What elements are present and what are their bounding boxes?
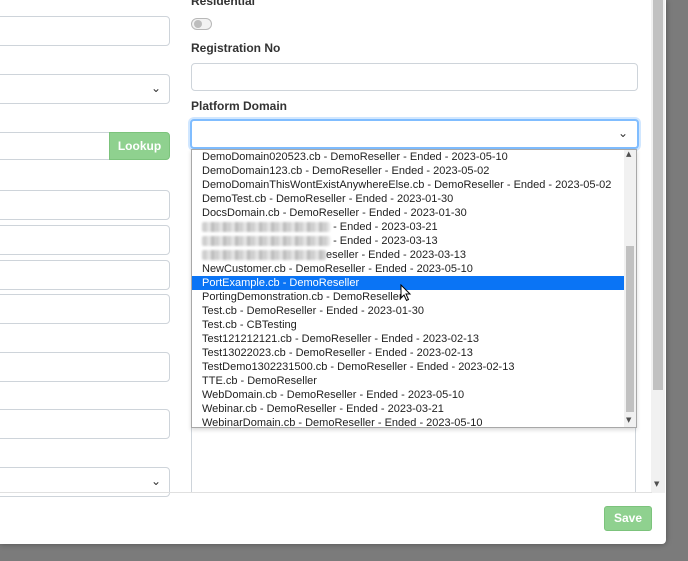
chevron-down-icon: ⌄	[617, 126, 628, 140]
chevron-down-icon: ⌄	[150, 474, 161, 488]
dropdown-option[interactable]: Webinar.cb - DemoReseller - Ended - 2023…	[192, 402, 624, 416]
platform-domain-dropdown-list[interactable]: DemoDomain020523.cb - DemoReseller - End…	[191, 149, 637, 428]
lookup-input[interactable]	[0, 132, 110, 160]
dropdown-option[interactable]: DemoDomainThisWontExistAnywhereElse.cb -…	[192, 178, 624, 192]
redacted-text	[202, 250, 326, 261]
registration-no-input[interactable]	[191, 63, 638, 91]
redacted-text	[202, 236, 330, 247]
residential-toggle[interactable]	[191, 18, 212, 30]
redacted-text	[202, 222, 330, 233]
dropdown-option[interactable]: NewCustomer.cb - DemoReseller - Ended - …	[192, 262, 624, 276]
left-text-field-6[interactable]	[0, 352, 170, 382]
scroll-down-arrow-icon[interactable]: ▼	[626, 416, 631, 424]
dropdown-option[interactable]: Test.cb - CBTesting	[192, 318, 624, 332]
modal-scrollbar-thumb[interactable]	[653, 0, 663, 390]
dropdown-option[interactable]: Test13022023.cb - DemoReseller - Ended -…	[192, 346, 624, 360]
left-text-field-7[interactable]	[0, 409, 170, 439]
field-below-dropdown[interactable]	[191, 426, 636, 493]
registration-no-label: Registration No	[191, 41, 281, 55]
left-text-field-3[interactable]	[0, 225, 170, 255]
dropdown-option[interactable]: DocsDomain.cb - DemoReseller - Ended - 2…	[192, 206, 624, 220]
left-select-1[interactable]: ⌄	[0, 74, 170, 104]
dropdown-option[interactable]: DemoDomain020523.cb - DemoReseller - End…	[192, 150, 624, 164]
footer-divider	[0, 492, 652, 493]
scroll-down-arrow-icon[interactable]: ▼	[654, 480, 659, 488]
dropdown-option[interactable]: Test.cb - DemoReseller - Ended - 2023-01…	[192, 304, 624, 318]
dropdown-option[interactable]: TTE.cb - DemoReseller	[192, 374, 624, 388]
left-text-field-5[interactable]	[0, 294, 170, 324]
dropdown-option[interactable]: DemoDomain123.cb - DemoReseller - Ended …	[192, 164, 624, 178]
lookup-button[interactable]: Lookup	[109, 132, 170, 160]
platform-domain-select[interactable]: ⌄	[190, 119, 639, 149]
dropdown-option-redacted[interactable]: - Ended - 2023-03-21	[192, 220, 624, 234]
dropdown-option[interactable]: DemoTest.cb - DemoReseller - Ended - 202…	[192, 192, 624, 206]
left-text-field-2[interactable]	[0, 190, 170, 220]
dropdown-option[interactable]: Test121212121.cb - DemoReseller - Ended …	[192, 332, 624, 346]
dropdown-option[interactable]: TestDemo1302231500.cb - DemoReseller - E…	[192, 360, 624, 374]
dropdown-option[interactable]: WebinarDomain.cb - DemoReseller - Ended …	[192, 416, 624, 427]
toggle-knob	[194, 20, 202, 28]
scroll-up-arrow-icon[interactable]: ▲	[626, 150, 631, 158]
modal-scrollbar[interactable]: ▼	[651, 0, 665, 493]
save-button[interactable]: Save	[604, 506, 652, 531]
dropdown-option-redacted[interactable]: eseller - Ended - 2023-03-13	[192, 248, 624, 262]
dropdown-option-redacted[interactable]: - Ended - 2023-03-13	[192, 234, 624, 248]
dropdown-scrollbar[interactable]: ▲ ▼	[624, 150, 636, 427]
residential-label: Residential	[191, 0, 256, 8]
left-text-field-4[interactable]	[0, 260, 170, 290]
platform-domain-label: Platform Domain	[191, 99, 288, 113]
dropdown-option[interactable]: WebDomain.cb - DemoReseller - Ended - 20…	[192, 388, 624, 402]
left-text-field-1[interactable]	[0, 16, 170, 46]
chevron-down-icon: ⌄	[150, 81, 161, 95]
dropdown-scrollbar-thumb[interactable]	[626, 246, 634, 412]
mouse-pointer-icon	[400, 284, 412, 302]
